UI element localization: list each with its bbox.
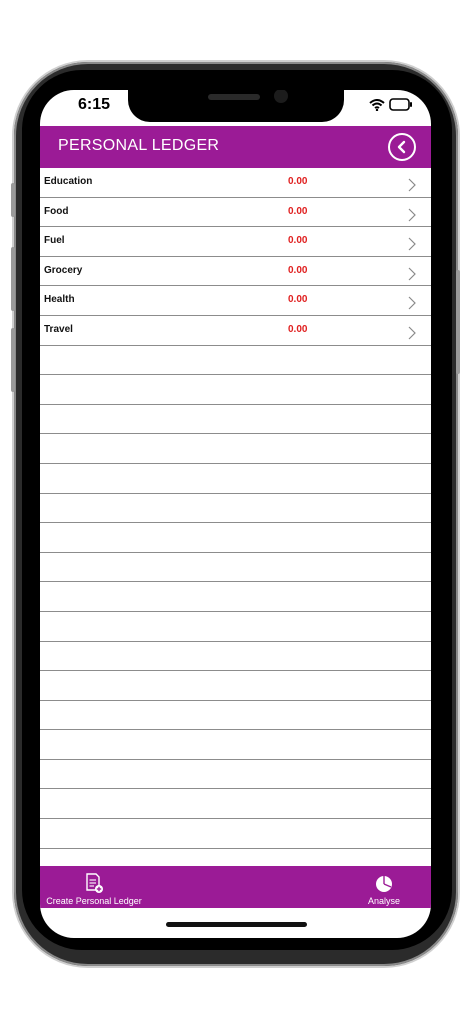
battery-icon [389, 98, 413, 116]
chevron-right-icon [408, 208, 416, 222]
empty-ledger-row [40, 760, 431, 790]
ledger-list: Education 0.00 Food 0.00 Fuel 0.00 Grocery 0.00… [40, 168, 431, 849]
empty-ledger-row [40, 553, 431, 583]
ledger-row-label: Fuel [44, 235, 65, 247]
ledger-row-amount: 0.00 [288, 264, 308, 276]
empty-ledger-row [40, 582, 431, 612]
empty-ledger-row [40, 523, 431, 553]
page-title: PERSONAL LEDGER [58, 137, 220, 154]
document-add-icon [86, 873, 103, 893]
ledger-row-amount: 0.00 [288, 235, 308, 247]
create-personal-ledger-label: Create Personal Ledger [46, 896, 142, 906]
back-button[interactable] [388, 133, 416, 161]
volume-down-button [11, 328, 15, 392]
ledger-row-food[interactable]: Food 0.00 [40, 198, 431, 228]
ledger-row-label: Travel [44, 323, 73, 335]
speaker [208, 94, 260, 100]
create-personal-ledger-button[interactable]: Create Personal Ledger [44, 866, 144, 908]
ledger-row-label: Grocery [44, 264, 83, 276]
app-header: PERSONAL LEDGER [40, 126, 431, 168]
chevron-right-icon [408, 296, 416, 310]
empty-ledger-row [40, 375, 431, 405]
home-indicator[interactable] [166, 922, 307, 927]
empty-ledger-row [40, 671, 431, 701]
empty-ledger-row [40, 464, 431, 494]
chevron-left-circle-icon [397, 140, 406, 154]
ledger-row-label: Health [44, 294, 75, 306]
wifi-icon [369, 98, 385, 116]
bottom-tab-bar: Create Personal Ledger Analyse [40, 866, 431, 908]
ledger-row-label: Food [44, 205, 69, 217]
status-time: 6:15 [78, 96, 111, 113]
ledger-row-label: Education [44, 176, 93, 187]
status-icons [369, 98, 413, 116]
empty-ledger-row [40, 819, 431, 849]
analyse-label: Analyse [367, 896, 401, 906]
ledger-row-travel[interactable]: Travel 0.00 [40, 316, 431, 346]
chevron-right-icon [408, 267, 416, 281]
empty-ledger-row [40, 730, 431, 760]
empty-ledger-row [40, 642, 431, 672]
ledger-row-education[interactable]: Education 0.00 [40, 168, 431, 198]
ledger-row-amount: 0.00 [288, 176, 308, 187]
notch [128, 90, 344, 122]
analyse-button[interactable]: Analyse [354, 866, 414, 908]
power-button [456, 270, 460, 374]
ledger-row-fuel[interactable]: Fuel 0.00 [40, 227, 431, 257]
front-camera [274, 90, 288, 103]
app-screen: 6:15 PERSONAL LEDGER Education 0.00 Food… [40, 90, 431, 938]
empty-ledger-row [40, 494, 431, 524]
mute-switch [11, 183, 15, 217]
empty-ledger-row [40, 346, 431, 376]
chevron-right-icon [408, 326, 416, 340]
empty-ledger-row [40, 701, 431, 731]
chevron-right-icon [408, 237, 416, 251]
empty-ledger-row [40, 434, 431, 464]
ledger-row-grocery[interactable]: Grocery 0.00 [40, 257, 431, 287]
volume-up-button [11, 247, 15, 311]
empty-ledger-row [40, 789, 431, 820]
chevron-right-icon [408, 178, 416, 192]
ledger-row-health[interactable]: Health 0.00 [40, 286, 431, 316]
ledger-row-amount: 0.00 [288, 323, 308, 335]
pie-chart-icon [376, 876, 392, 892]
ledger-row-amount: 0.00 [288, 205, 308, 217]
ledger-row-amount: 0.00 [288, 294, 308, 306]
empty-ledger-row [40, 405, 431, 435]
empty-ledger-row [40, 612, 431, 642]
